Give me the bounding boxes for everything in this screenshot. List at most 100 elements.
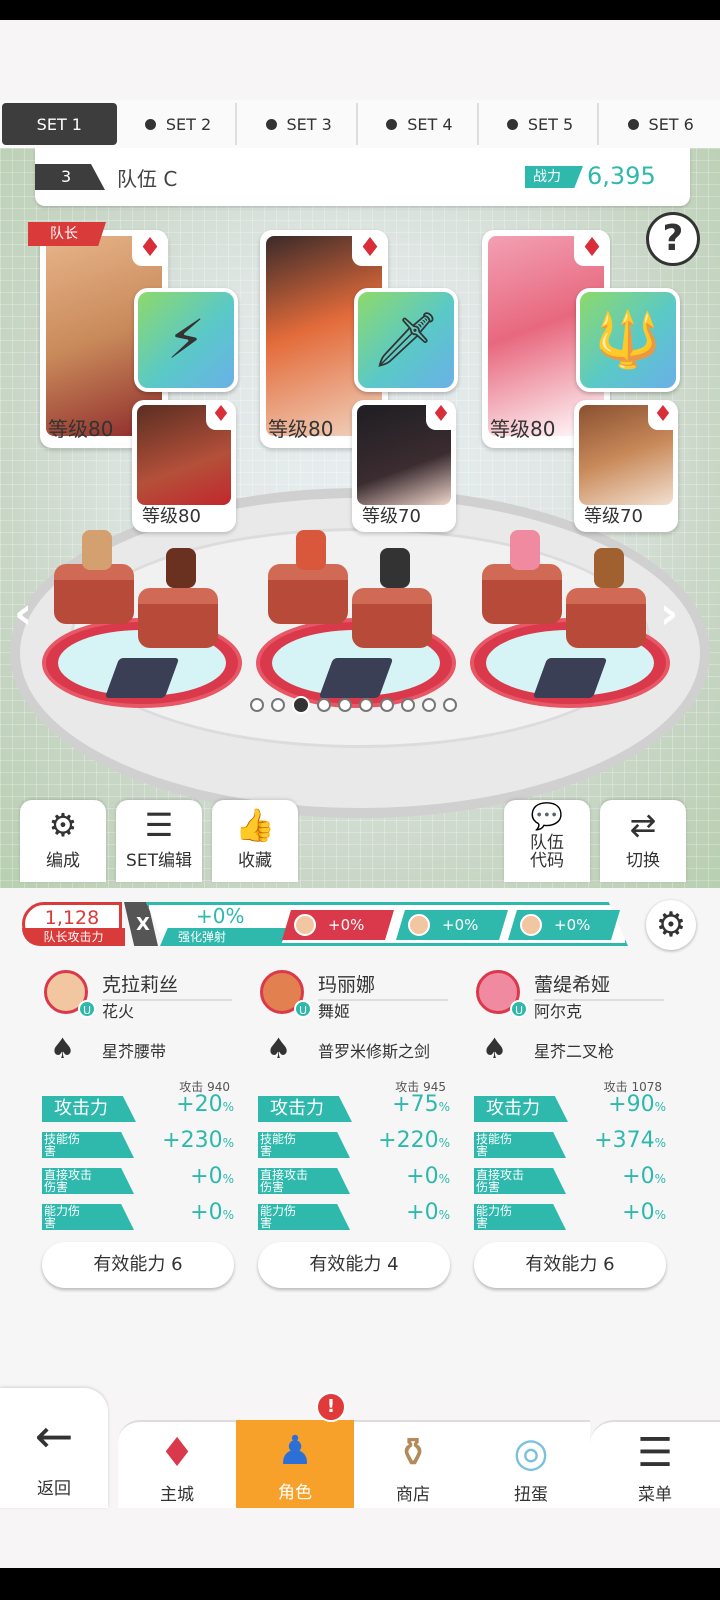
page-dot[interactable]: [338, 698, 352, 712]
settings-gear-icon[interactable]: ⚙: [646, 900, 696, 950]
effective-ability-button[interactable]: 有效能力 6: [474, 1242, 666, 1288]
effective-ability-button[interactable]: 有效能力 6: [42, 1242, 234, 1288]
page-dot[interactable]: [422, 698, 436, 712]
tab-set-3[interactable]: SET 3: [241, 103, 359, 145]
tab-label: SET 6: [648, 114, 694, 134]
page-dot[interactable]: [250, 698, 264, 712]
stat-direct-damage: 直接攻击伤害 +0%: [474, 1164, 666, 1198]
tab-set-5[interactable]: SET 5: [483, 103, 600, 145]
page-dot[interactable]: [443, 698, 457, 712]
system-nav-bar: [0, 1568, 720, 1600]
list-icon: ☰: [144, 806, 174, 844]
stat-attack: 攻击力 +75%: [258, 1092, 450, 1126]
shop-icon: ⚱: [396, 1430, 430, 1476]
status-bar: [0, 0, 720, 20]
stat-value: +0%: [622, 1164, 666, 1189]
character-level: 等级70: [584, 506, 643, 527]
page-dot[interactable]: [380, 698, 394, 712]
nav-label: 返回: [37, 1479, 71, 1499]
stat-value: +374%: [594, 1128, 666, 1153]
nav-label: 菜单: [638, 1485, 672, 1505]
page-dot[interactable]: [271, 698, 285, 712]
next-team-arrow-icon[interactable]: ›: [660, 588, 678, 639]
nav-gacha[interactable]: ◎ 扭蛋: [472, 1420, 590, 1508]
character-boost-chip-1: +0%: [282, 910, 394, 940]
page-dot[interactable]: [401, 698, 415, 712]
sub-character-card-3[interactable]: ♦ 等级70: [574, 400, 678, 532]
sub-character-card-1[interactable]: ♦ 等级80: [132, 400, 236, 532]
diamond-suit-icon: ♦: [352, 230, 388, 266]
nav-castle[interactable]: ♦ 主城: [118, 1420, 236, 1508]
team-scene: 3 队伍 C 战力 6,395 ? ♦ 等级80 队长 ⚡ ♦ 等级80 ♦ 等…: [0, 148, 720, 888]
weapon-slot-2[interactable]: 🗡: [354, 288, 458, 392]
hero-name: 克拉莉丝: [102, 970, 232, 1001]
back-button[interactable]: ← 返回: [0, 1388, 108, 1508]
tab-set-4[interactable]: SET 4: [362, 103, 479, 145]
chip-value: +0%: [554, 916, 591, 934]
tab-set-1[interactable]: SET 1: [2, 103, 117, 145]
pedestal-block: [138, 588, 218, 648]
stat-value: +90%: [608, 1092, 666, 1117]
nav-menu[interactable]: ☰ 菜单: [590, 1420, 720, 1508]
stat-label: 攻击力: [474, 1096, 568, 1122]
stat-direct-damage: 直接攻击伤害 +0%: [42, 1164, 234, 1198]
weapon-type-icon: ♠: [266, 1032, 292, 1065]
favorite-button[interactable]: 👍 收藏: [212, 800, 298, 882]
effective-ability-button[interactable]: 有效能力 4: [258, 1242, 450, 1288]
stat-label: 直接攻击伤害: [474, 1168, 566, 1194]
set-edit-button[interactable]: ☰ SET编辑: [116, 800, 202, 882]
character-sprite: [594, 548, 624, 588]
pedestal-block: [482, 564, 562, 624]
switch-button[interactable]: ⇄ 切换: [600, 800, 686, 882]
weapon-slot-1[interactable]: ⚡: [134, 288, 238, 392]
stat-value: +20%: [176, 1092, 234, 1117]
weapon-type-icon: ♠: [50, 1032, 76, 1065]
stat-label: 攻击力: [258, 1096, 352, 1122]
weapon-name: 星芥腰带: [102, 1042, 167, 1061]
pedestal-3: [470, 530, 670, 708]
partner-name: 舞姬: [318, 1002, 351, 1021]
formation-button[interactable]: ⚙ 编成: [20, 800, 106, 882]
alert-badge: !: [316, 1392, 346, 1422]
multiply-sign: X: [136, 914, 150, 935]
team-code-button[interactable]: 💬 队伍 代码: [504, 800, 590, 882]
menu-icon: ☰: [637, 1430, 673, 1476]
stat-value: +0%: [406, 1200, 450, 1225]
tab-set-2[interactable]: SET 2: [121, 103, 238, 145]
stat-label: 能力伤害: [474, 1204, 566, 1230]
sub-character-card-2[interactable]: ♦ 等级70: [352, 400, 456, 532]
dot-icon: [627, 118, 639, 130]
weapon-name: 普罗米修斯之剑: [318, 1042, 431, 1061]
belt-icon: ⚡: [167, 308, 205, 371]
page-dot[interactable]: [317, 698, 331, 712]
stat-direct-damage: 直接攻击伤害 +0%: [258, 1164, 450, 1198]
weapon-name: 星芥二叉枪: [534, 1042, 615, 1061]
formation-icon: ⚙: [48, 806, 78, 844]
stats-panel: 1,128 队长攻击力 X +0% 强化弹射 +0% +0% +0% ⚙ U 克…: [0, 888, 720, 1388]
avatar: [408, 914, 430, 936]
nav-character[interactable]: ! ♟ 角色: [236, 1392, 354, 1508]
boost-value: +0%: [196, 904, 245, 928]
prev-team-arrow-icon[interactable]: ‹: [14, 588, 32, 639]
stat-value: +0%: [190, 1164, 234, 1189]
page-indicator: [250, 696, 457, 714]
unique-badge-icon: U: [294, 1000, 312, 1018]
weapon-slot-3[interactable]: 🔱: [576, 288, 680, 392]
page-dot[interactable]: [292, 696, 310, 714]
leader-badge: 队长: [28, 222, 106, 246]
stat-value: +220%: [378, 1128, 450, 1153]
stat-skill-damage: 技能伤害 +230%: [42, 1128, 234, 1162]
tab-label: SET 2: [165, 114, 212, 134]
dot-icon: [144, 118, 156, 130]
button-label: 编成: [46, 851, 80, 871]
help-icon[interactable]: ?: [646, 212, 700, 266]
stat-skill-damage: 技能伤害 +220%: [258, 1128, 450, 1162]
set-tabs: SET 1 SET 2 SET 3 SET 4 SET 5 SET 6: [0, 100, 720, 148]
diamond-suit-icon: ♦: [206, 400, 236, 430]
page-dot[interactable]: [359, 698, 373, 712]
avatar: [520, 914, 542, 936]
tab-set-6[interactable]: SET 6: [603, 103, 718, 145]
character-icon: ♟: [277, 1428, 313, 1474]
team-name[interactable]: 队伍 C: [117, 163, 177, 192]
nav-shop[interactable]: ⚱ 商店: [354, 1420, 472, 1508]
